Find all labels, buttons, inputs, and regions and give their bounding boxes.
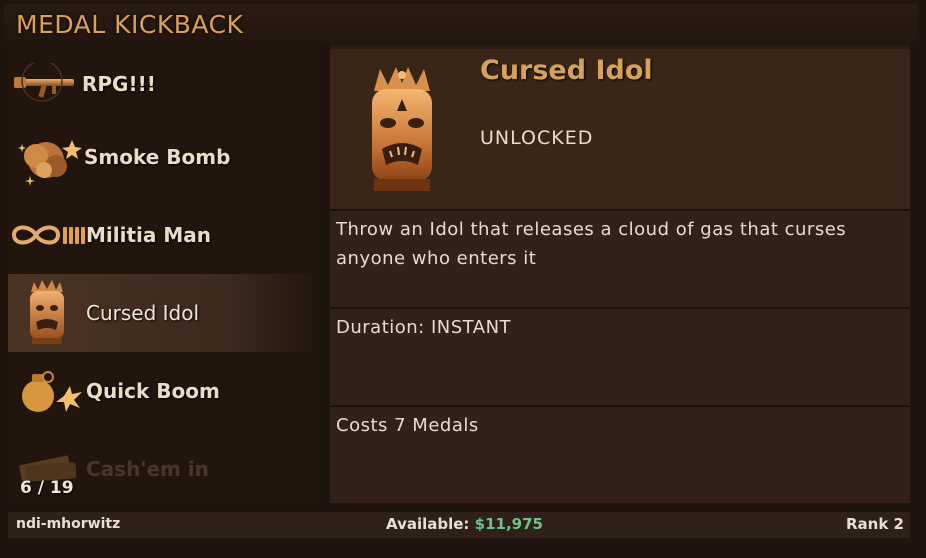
player-rank: Rank 2	[846, 515, 904, 533]
available-value: $11,975	[474, 515, 543, 533]
list-item-militia-man[interactable]: Militia Man	[8, 196, 320, 274]
list-item-rpg[interactable]: RPG!!!	[8, 45, 320, 123]
list-item-label: RPG!!!	[82, 72, 156, 96]
list-counter: 6 / 19	[20, 478, 74, 498]
smoke-bomb-icon	[18, 140, 82, 186]
cost-row: Costs 7 Medals	[330, 405, 910, 503]
list-item-cursed-idol[interactable]: Cursed Idol	[8, 274, 320, 352]
cursed-idol-icon	[30, 280, 64, 344]
infinity-ammo-icon	[11, 225, 85, 245]
duration-row: Duration: INSTANT	[330, 307, 910, 405]
item-cost: Costs 7 Medals	[336, 415, 479, 436]
page-title: MEDAL KICKBACK	[16, 10, 244, 39]
list-item-quick-boom[interactable]: Quick Boom	[8, 352, 320, 430]
item-name: Cursed Idol	[480, 55, 653, 86]
list-item-label: Quick Boom	[86, 379, 220, 403]
medal-kickback-window: MEDAL KICKBACK RPG!!! Smoke Bomb Militia…	[0, 0, 926, 558]
list-item-smoke-bomb[interactable]: Smoke Bomb	[8, 118, 320, 196]
available-label: Available:	[386, 515, 470, 533]
rpg-launcher-icon	[14, 63, 74, 102]
username: ndi-mhorwitz	[16, 516, 121, 532]
title-bar: MEDAL KICKBACK	[4, 4, 918, 44]
cursed-idol-icon	[372, 67, 432, 191]
item-description: Throw an Idol that releases a cloud of g…	[336, 219, 847, 269]
list-item-label: Militia Man	[86, 223, 211, 247]
list-item-label: Smoke Bomb	[84, 145, 231, 169]
detail-panel: Cursed Idol UNLOCKED Throw an Idol that …	[330, 45, 910, 503]
grenade-icon	[22, 371, 82, 412]
available-funds: Available: $11,975	[386, 515, 543, 533]
description-row: Throw an Idol that releases a cloud of g…	[330, 209, 910, 307]
status-bar: ndi-mhorwitz Available: $11,975 Rank 2	[8, 512, 910, 538]
list-item-label: Cursed Idol	[86, 301, 200, 325]
unlock-status: UNLOCKED	[480, 127, 594, 149]
detail-header: Cursed Idol UNLOCKED	[330, 49, 910, 209]
list-item-label: Cash'em in	[86, 457, 209, 481]
medal-item-list[interactable]: RPG!!! Smoke Bomb Militia Man Cursed Ido…	[8, 45, 320, 503]
item-duration: Duration: INSTANT	[336, 317, 512, 338]
